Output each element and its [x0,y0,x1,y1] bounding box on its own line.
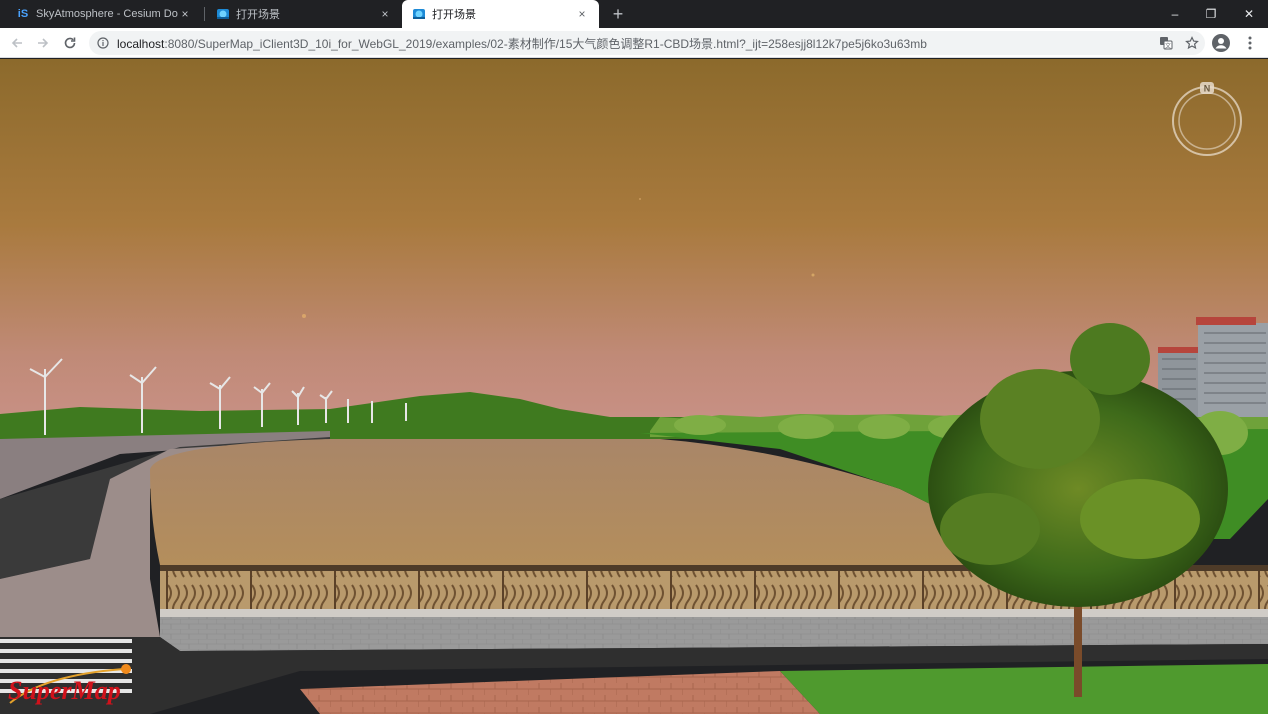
scene-canvas[interactable] [0,59,1268,714]
supermap-globe-icon [216,7,230,21]
logo-text: SuperMap [8,676,121,705]
url-host: localhost [117,36,165,51]
new-tab-button[interactable]: + [608,4,628,24]
compass-widget[interactable]: N [1172,81,1242,157]
reload-icon [64,37,76,49]
close-tab-icon[interactable]: × [178,7,192,21]
forward-button[interactable] [32,32,54,54]
star [302,314,306,318]
supermap-logo: SuperMap [8,664,131,705]
site-info-icon[interactable] [89,37,117,49]
supermap-globe-icon [412,7,426,21]
url-path: :8080/SuperMap_iClient3D_10i_for_WebGL_2… [164,36,927,51]
svg-text:文: 文 [1165,42,1171,50]
tab-title: 打开场景 [236,9,280,21]
browser-toolbar: localhost:8080/SuperMap_iClient3D_10i_fo… [0,28,1268,58]
tab-skyatmosphere[interactable]: iS SkyAtmosphere - Cesium Doc × [6,0,202,28]
address-bar[interactable]: localhost:8080/SuperMap_iClient3D_10i_fo… [89,31,1205,55]
tab-title: SkyAtmosphere - Cesium Doc [36,8,178,20]
arrow-left-icon [11,38,22,48]
star [639,198,641,200]
star-icon[interactable] [1179,36,1205,50]
tab-open-scene-2[interactable]: 打开场景 × [402,0,599,28]
tab-title: 打开场景 [432,9,476,21]
compass-north-label: N [1204,84,1211,94]
grass-lawn [780,664,1268,714]
arrow-right-icon [38,38,49,48]
minimize-button[interactable]: – [1156,0,1194,28]
back-button[interactable] [6,32,28,54]
tab-favicon-is: iS [17,8,29,20]
profile-avatar-icon[interactable] [1212,34,1230,52]
url-text[interactable]: localhost:8080/SuperMap_iClient3D_10i_fo… [117,35,1153,52]
restore-button[interactable]: ❐ [1192,0,1230,28]
brick-plaza [300,671,820,714]
reload-button[interactable] [59,32,81,54]
fence-base [160,609,1268,617]
tab-divider [204,7,205,21]
3d-scene-viewport[interactable]: N SuperMap [0,59,1268,714]
star [811,273,815,277]
close-tab-icon[interactable]: × [378,7,392,21]
translate-icon[interactable]: 文 [1153,36,1179,50]
close-window-button[interactable]: ✕ [1230,0,1268,28]
tab-open-scene-1[interactable]: 打开场景 × [206,0,402,28]
close-tab-icon[interactable]: × [575,7,589,21]
tab-strip: iS SkyAtmosphere - Cesium Doc × 打开场景 × 打… [0,0,1268,28]
browser-menu-icon[interactable] [1240,32,1260,54]
